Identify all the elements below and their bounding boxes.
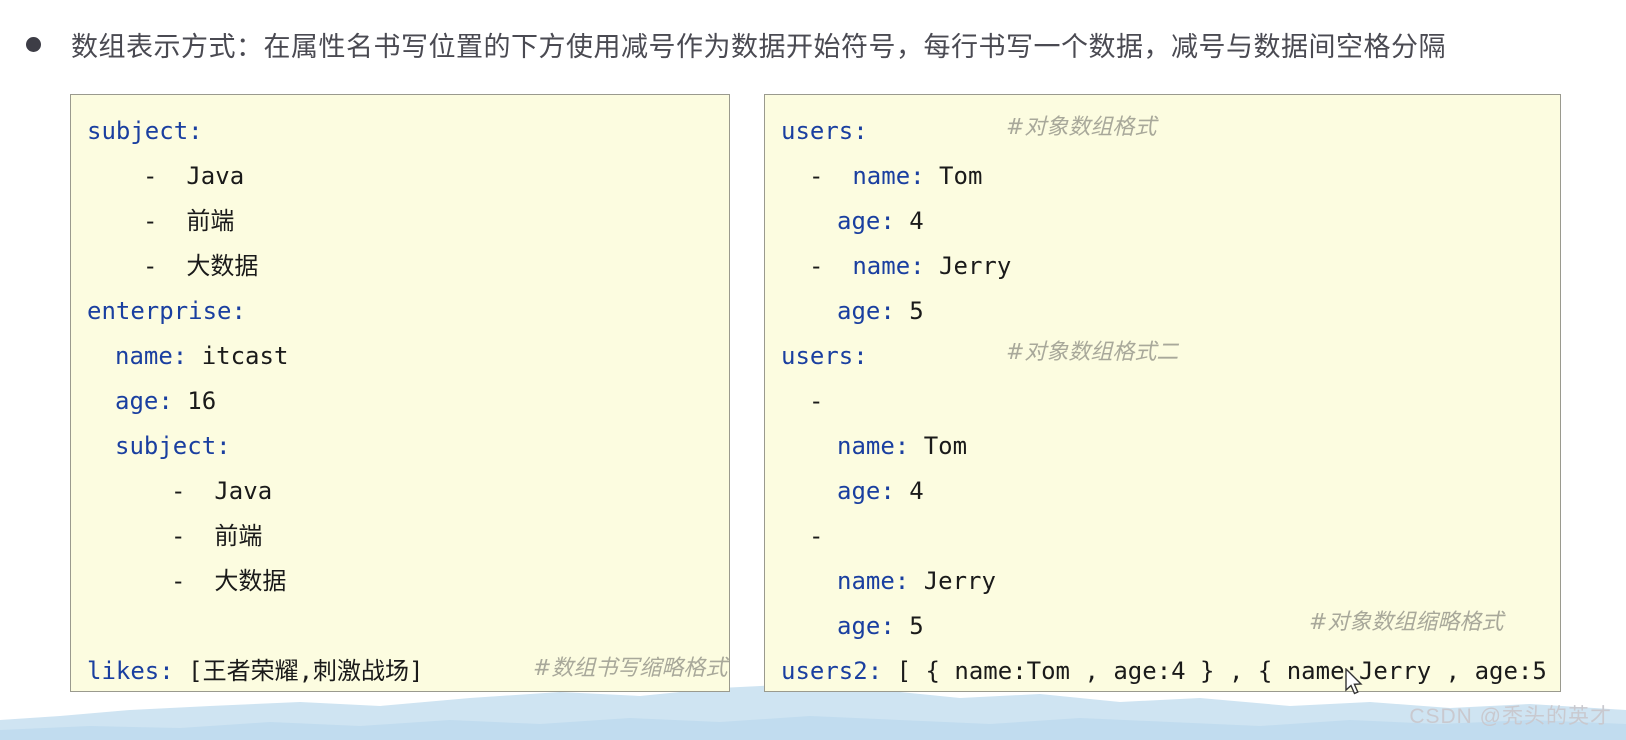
yaml-value: Tom — [909, 432, 968, 460]
yaml-key: users: — [781, 117, 868, 145]
yaml-value: [ { name:Tom , age:4 } , { name:Jerry , … — [882, 657, 1561, 685]
yaml-key: name: — [837, 432, 910, 460]
code-comment: #数组书写缩略格式 — [533, 656, 728, 681]
code-line: - — [765, 514, 1560, 559]
yaml-key: name: — [852, 252, 925, 280]
yaml-key: subject: — [87, 117, 203, 145]
yaml-value: Jerry — [924, 252, 1012, 280]
code-line: name: Jerry — [765, 559, 1560, 604]
code-line: - 大数据 — [71, 559, 729, 604]
list-dash-marker: - — [809, 387, 853, 415]
list-dash-marker: - — [143, 252, 187, 280]
list-dash-marker: - — [809, 252, 853, 280]
yaml-value: 4 — [894, 207, 924, 235]
list-dash-marker: - — [143, 207, 187, 235]
yaml-key: age: — [837, 477, 895, 505]
code-comment: #对象数组格式 — [1006, 115, 1157, 140]
code-lines-left: subject: - Java - 前端 - 大数据 enterprise: name: … — [71, 95, 729, 691]
yaml-value: 16 — [172, 387, 217, 415]
code-line: age: 4 — [765, 199, 1560, 244]
code-line: - — [765, 379, 1560, 424]
yaml-value: 大数据 — [186, 252, 259, 280]
yaml-value: 前端 — [186, 207, 235, 235]
list-dash-marker: - — [809, 522, 853, 550]
code-line: users2: [ { name:Tom , age:4 } , { name:… — [765, 649, 1561, 691]
yaml-value: 大数据 — [214, 567, 287, 595]
list-dash-marker: - — [171, 522, 215, 550]
yaml-value: Java — [214, 477, 273, 505]
yaml-key: enterprise: — [87, 297, 246, 325]
code-line: - 大数据 — [71, 244, 729, 289]
yaml-value: [王者荣耀,刺激战场] — [173, 657, 424, 685]
heading-row: 数组表示方式：在属性名书写位置的下方使用减号作为数据开始符号，每行书写一个数据，… — [0, 16, 1626, 72]
yaml-value: 4 — [894, 477, 924, 505]
code-comment: #对象数组缩略格式 — [1309, 610, 1504, 635]
yaml-key: users: — [781, 342, 868, 370]
code-line: subject: — [71, 109, 729, 154]
yaml-value: Jerry — [909, 567, 996, 595]
code-line: age: 5 — [765, 289, 1560, 334]
code-line: name: itcast — [71, 334, 729, 379]
code-comment: #对象数组格式二 — [1006, 340, 1179, 365]
list-dash-marker: - — [809, 162, 853, 190]
list-dash-marker: - — [171, 567, 215, 595]
code-line: name: Tom — [765, 424, 1560, 469]
yaml-value: 前端 — [214, 522, 263, 550]
code-line: age: 16 — [71, 379, 729, 424]
yaml-value: itcast — [187, 342, 289, 370]
code-line: age: 4 — [765, 469, 1560, 514]
bullet-dot-icon — [26, 36, 41, 52]
yaml-key: age: — [837, 612, 895, 640]
yaml-value: Tom — [924, 162, 983, 190]
list-dash-marker: - — [143, 162, 187, 190]
yaml-key: age: — [115, 387, 173, 415]
code-line: - name: Jerry — [765, 244, 1560, 289]
code-line: users: — [765, 109, 1560, 154]
code-line: - Java — [71, 469, 729, 514]
yaml-key: subject: — [115, 432, 231, 460]
code-line: - Java — [71, 154, 729, 199]
page-title: 数组表示方式：在属性名书写位置的下方使用减号作为数据开始符号，每行书写一个数据，… — [71, 31, 1446, 62]
yaml-value: 5 — [894, 297, 924, 325]
yaml-value: 5 — [894, 612, 924, 640]
yaml-code-block-right: users: - name: Tom age: 4- name: Jerry age:… — [764, 94, 1561, 692]
code-line: - name: Tom — [765, 154, 1560, 199]
code-lines-right: users: - name: Tom age: 4- name: Jerry age:… — [765, 95, 1561, 691]
yaml-key: name: — [852, 162, 925, 190]
yaml-code-block-left: subject: - Java - 前端 - 大数据 enterprise: name: … — [70, 94, 730, 692]
code-line: subject: — [71, 424, 729, 469]
yaml-value: Java — [186, 162, 245, 190]
list-dash-marker: - — [171, 477, 215, 505]
yaml-key: name: — [115, 342, 188, 370]
code-line: enterprise: — [71, 289, 729, 334]
csdn-watermark: CSDN @秃头的英才 — [1409, 705, 1612, 728]
yaml-key: likes: — [87, 657, 174, 685]
yaml-key: users2: — [781, 657, 883, 685]
yaml-key: age: — [837, 297, 895, 325]
yaml-key: age: — [837, 207, 895, 235]
code-line: - 前端 — [71, 514, 729, 559]
yaml-key: name: — [837, 567, 910, 595]
code-line: - 前端 — [71, 199, 729, 244]
